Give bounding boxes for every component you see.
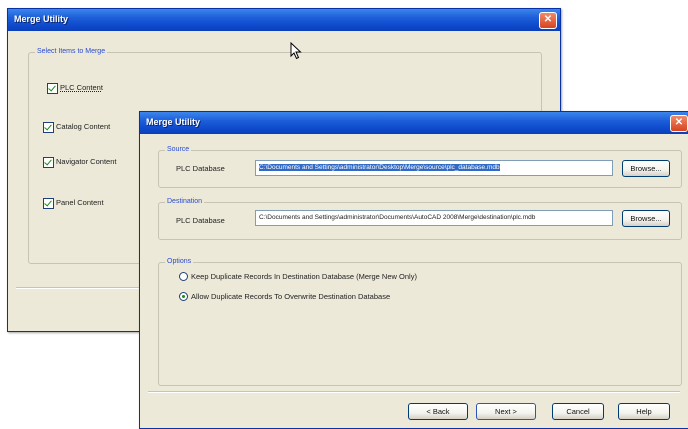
source-browse-button[interactable]: Browse... — [622, 160, 670, 177]
panel-content-label: Panel Content — [56, 198, 104, 207]
navigator-content-checkbox[interactable] — [43, 157, 54, 168]
back-window-title: Merge Utility — [14, 14, 69, 24]
back-window-titlebar[interactable]: Merge Utility ✕ — [8, 9, 560, 31]
next-button[interactable]: Next > — [476, 403, 536, 420]
panel-content-checkbox[interactable] — [43, 198, 54, 209]
allow-duplicates-radio[interactable] — [179, 292, 188, 301]
destination-path-input[interactable]: C:\Documents and Settings\administrator\… — [255, 210, 613, 226]
catalog-content-checkbox[interactable] — [43, 122, 54, 133]
help-button[interactable]: Help — [618, 403, 670, 420]
select-items-group-title: Select Items to Merge — [35, 48, 108, 55]
source-group-title: Source — [165, 146, 192, 153]
destination-browse-button[interactable]: Browse... — [622, 210, 670, 227]
front-window-close-button[interactable]: ✕ — [670, 115, 688, 132]
close-icon: ✕ — [543, 14, 553, 25]
allow-duplicates-label: Allow Duplicate Records To Overwrite Des… — [191, 292, 391, 301]
source-path-value: C:\Documents and Settings\administrator\… — [259, 164, 500, 171]
front-window-title: Merge Utility — [146, 117, 201, 127]
close-icon: ✕ — [674, 117, 684, 128]
source-path-input[interactable]: C:\Documents and Settings\administrator\… — [255, 160, 613, 176]
destination-group-title: Destination — [165, 198, 205, 205]
keep-duplicates-label: Keep Duplicate Records In Destination Da… — [191, 272, 417, 281]
front-merge-utility-window: Merge Utility ✕ Source PLC Database C:\D… — [139, 111, 688, 429]
keep-duplicates-radio[interactable] — [179, 272, 188, 281]
back-button[interactable]: < Back — [408, 403, 468, 420]
mouse-pointer-icon — [290, 42, 302, 60]
destination-plc-database-label: PLC Database — [176, 216, 225, 225]
back-window-close-button[interactable]: ✕ — [539, 12, 557, 29]
navigator-content-label: Navigator Content — [56, 157, 117, 166]
plc-content-checkbox[interactable] — [47, 83, 58, 94]
cancel-button[interactable]: Cancel — [552, 403, 604, 420]
plc-content-label: PLC Content — [60, 83, 103, 92]
options-group-title: Options — [165, 258, 194, 265]
front-window-titlebar[interactable]: Merge Utility ✕ — [140, 112, 688, 134]
catalog-content-label: Catalog Content — [56, 122, 111, 131]
source-plc-database-label: PLC Database — [176, 164, 225, 173]
front-window-divider — [148, 391, 680, 393]
